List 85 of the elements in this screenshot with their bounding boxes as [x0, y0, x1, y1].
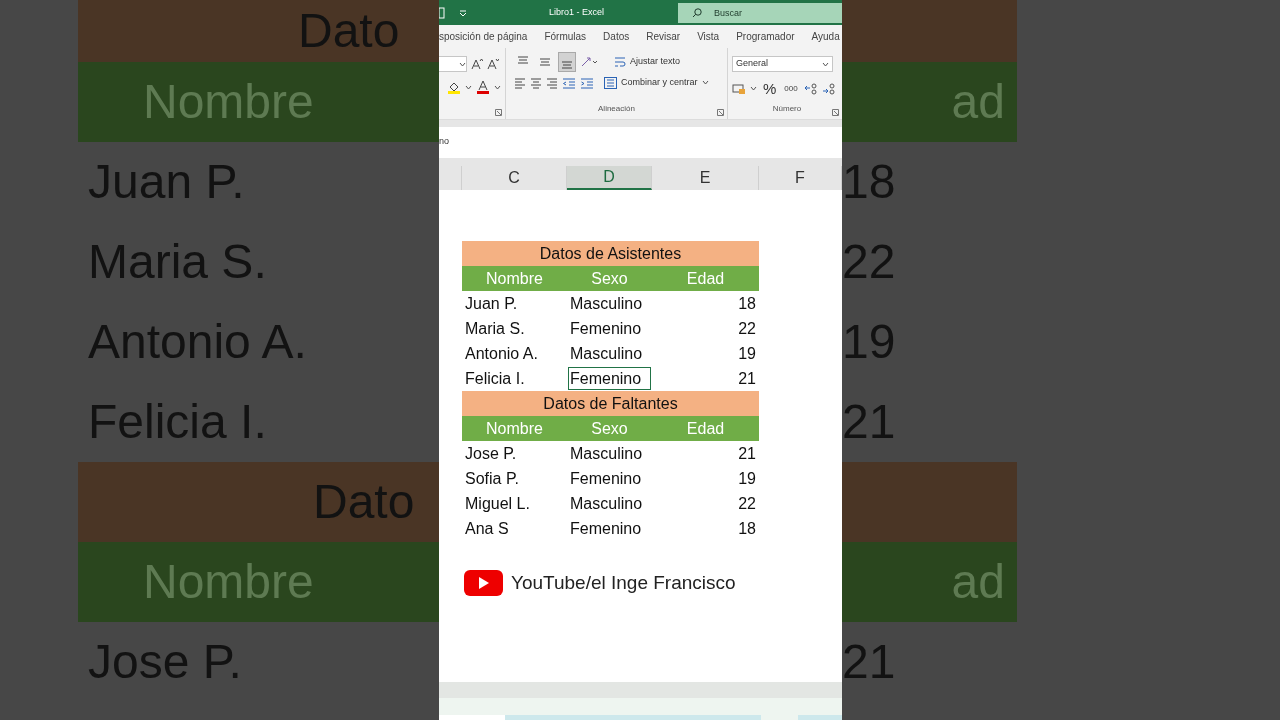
table-cell[interactable]: Masculino: [567, 491, 652, 516]
align-left-icon[interactable]: [514, 76, 526, 89]
table-cell[interactable]: 19: [652, 341, 759, 366]
ribbon-tab[interactable]: Datos: [603, 29, 630, 44]
table-cell[interactable]: Femenino: [567, 366, 652, 391]
column-heading: Edad: [652, 416, 759, 441]
caret-icon: [750, 86, 757, 91]
caret-icon: [459, 61, 466, 67]
backdrop-heading: Dato: [313, 474, 415, 530]
increase-decimal-icon[interactable]: [803, 82, 818, 95]
decrease-indent-icon[interactable]: [562, 76, 576, 89]
thousands-button[interactable]: 000: [782, 81, 800, 96]
wrap-text-button[interactable]: Ajustar texto: [614, 55, 681, 69]
decrease-decimal-icon[interactable]: [821, 82, 836, 95]
table-cell[interactable]: Juan P.: [462, 291, 567, 316]
accounting-icon[interactable]: [732, 82, 746, 95]
table-cell[interactable]: Femenino: [567, 316, 652, 341]
backdrop-heading: Dato: [298, 3, 400, 59]
table-cell[interactable]: Maria S.: [462, 316, 567, 341]
caret-icon: [701, 80, 709, 86]
number-format-dropdown[interactable]: General: [732, 56, 833, 72]
ribbon-tab[interactable]: Programador: [736, 29, 795, 44]
table-cell[interactable]: 18: [652, 516, 759, 541]
grow-font-icon[interactable]: [471, 58, 483, 70]
increase-indent-icon[interactable]: [580, 76, 594, 89]
column-header[interactable]: D: [567, 166, 652, 190]
font-color-icon[interactable]: [476, 80, 490, 94]
table-cell[interactable]: Masculino: [567, 341, 652, 366]
formula-text: no: [439, 136, 449, 146]
table-cell[interactable]: Femenino: [567, 466, 652, 491]
window-title: Libro1 - Excel: [549, 5, 605, 19]
caret-icon: [494, 84, 501, 90]
table-cell[interactable]: Sofia P.: [462, 466, 567, 491]
table-cell[interactable]: Masculino: [567, 291, 652, 316]
fill-color-icon[interactable]: [447, 80, 461, 94]
ribbon-tab[interactable]: Fórmulas: [544, 29, 587, 44]
caret-icon: [822, 61, 829, 67]
save-icon: [439, 6, 445, 19]
merge-center-button[interactable]: Combinar y centrar: [604, 76, 698, 90]
ribbon-tab[interactable]: Vista: [697, 29, 720, 44]
column-heading: Sexo: [567, 416, 652, 441]
tab-strip: [798, 715, 842, 720]
table-cell[interactable]: Ana S: [462, 516, 567, 541]
group-label: Alineación: [598, 103, 635, 115]
orientation-icon[interactable]: [580, 56, 598, 68]
dialog-launcher-icon[interactable]: [717, 109, 724, 116]
column-header[interactable]: E: [652, 166, 759, 190]
merge-cells-icon: [604, 76, 617, 89]
column-heading: Nombre: [462, 266, 567, 291]
wrap-text-icon: [614, 56, 626, 68]
percent-button[interactable]: %: [761, 80, 779, 97]
overlay-caption: YouTube/el Inge Francisco: [511, 571, 736, 595]
table-cell[interactable]: Jose P.: [462, 441, 567, 466]
shrink-font-icon[interactable]: [487, 58, 499, 70]
table-cell[interactable]: Felicia I.: [462, 366, 567, 391]
ribbon-tab[interactable]: sposición de página: [439, 29, 528, 44]
table-title: Datos de Asistentes: [462, 241, 759, 266]
play-logo-icon: [464, 570, 503, 597]
ribbon-tab[interactable]: Ayuda: [811, 29, 840, 44]
table-cell[interactable]: 19: [652, 466, 759, 491]
table-cell[interactable]: 21: [652, 441, 759, 466]
table-cell[interactable]: 22: [652, 491, 759, 516]
ribbon-tab[interactable]: Revisar: [646, 29, 681, 44]
scrollbar-track[interactable]: [439, 682, 842, 698]
dialog-launcher-icon[interactable]: [495, 109, 502, 116]
align-right-icon[interactable]: [546, 76, 558, 89]
caret-icon: [465, 84, 472, 90]
table-cell[interactable]: 22: [652, 316, 759, 341]
search-field[interactable]: Buscar: [678, 2, 842, 23]
table-cell[interactable]: Miguel L.: [462, 491, 567, 516]
table-cell[interactable]: 18: [652, 291, 759, 316]
table-cell[interactable]: 21: [652, 366, 759, 391]
search-icon: [692, 7, 702, 18]
column-heading: Nombre: [462, 416, 567, 441]
column-heading: Sexo: [567, 266, 652, 291]
align-center-icon[interactable]: [530, 76, 542, 89]
column-heading: Edad: [652, 266, 759, 291]
dialog-launcher-icon[interactable]: [832, 109, 839, 116]
group-label: Número: [772, 103, 802, 115]
bottom-align-icon[interactable]: [558, 52, 576, 72]
customize-caret-icon: [459, 8, 467, 17]
table-cell[interactable]: Masculino: [567, 441, 652, 466]
table-cell[interactable]: Antonio A.: [462, 341, 567, 366]
table-title: Datos de Faltantes: [462, 391, 759, 416]
table-cell[interactable]: Femenino: [567, 516, 652, 541]
